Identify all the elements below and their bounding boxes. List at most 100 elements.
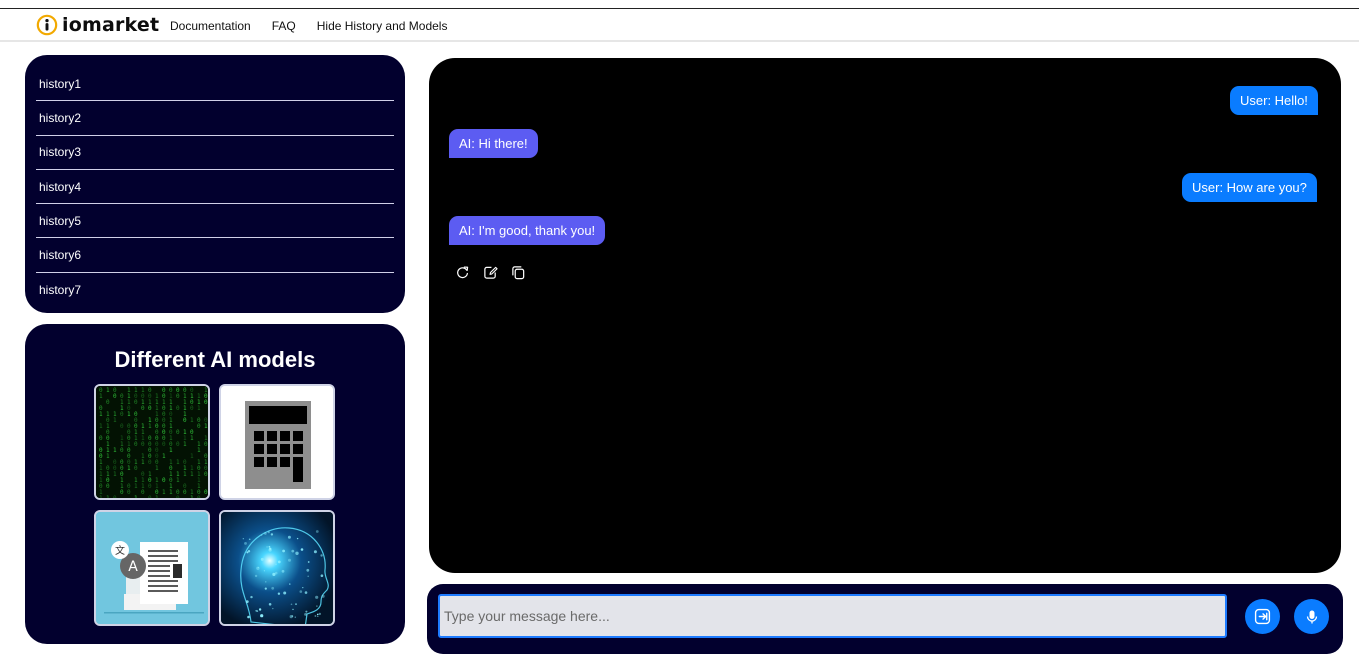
model-tile-translation[interactable]: A 文 — [94, 510, 210, 626]
history-item[interactable]: history1 — [36, 67, 394, 102]
svg-text:0: 0 — [183, 489, 187, 496]
models-panel: Different AI models 01011000111101110101… — [25, 324, 405, 644]
svg-text:0: 0 — [176, 393, 180, 400]
svg-text:1: 1 — [190, 471, 194, 478]
svg-text:1: 1 — [162, 453, 166, 460]
svg-text:0: 0 — [176, 441, 180, 448]
svg-text:1: 1 — [197, 405, 201, 412]
edit-icon[interactable] — [483, 265, 498, 280]
nav-faq-link[interactable]: FAQ — [272, 19, 296, 33]
svg-text:1: 1 — [99, 423, 103, 430]
regenerate-icon[interactable] — [455, 265, 470, 280]
svg-text:0: 0 — [204, 489, 208, 496]
svg-text:0: 0 — [162, 441, 166, 448]
svg-text:0: 0 — [141, 489, 145, 496]
send-button[interactable] — [1245, 599, 1280, 634]
svg-text:0: 0 — [197, 423, 201, 430]
svg-text:0: 0 — [148, 483, 152, 490]
microphone-button[interactable] — [1294, 599, 1329, 634]
svg-text:1: 1 — [106, 495, 110, 500]
logo-icon — [36, 14, 58, 36]
svg-text:0: 0 — [134, 399, 138, 406]
svg-text:0: 0 — [162, 477, 166, 484]
history-item[interactable]: history7 — [36, 273, 394, 307]
composer-bar — [427, 584, 1343, 654]
svg-text:0: 0 — [141, 405, 145, 412]
svg-text:1: 1 — [169, 447, 173, 454]
brand-name: iomarket — [62, 14, 160, 36]
svg-text:0: 0 — [99, 435, 103, 442]
send-icon — [1254, 608, 1271, 625]
svg-text:1: 1 — [134, 495, 138, 500]
svg-text:1: 1 — [99, 495, 103, 500]
svg-text:1: 1 — [127, 411, 131, 418]
model-tile-ai-brain[interactable] — [219, 510, 335, 626]
svg-text:0: 0 — [106, 483, 110, 490]
user-message: User: How are you? — [1182, 173, 1317, 202]
svg-text:0: 0 — [176, 429, 180, 436]
history-item[interactable]: history4 — [36, 170, 394, 205]
history-item[interactable]: history3 — [36, 136, 394, 170]
svg-text:1: 1 — [204, 423, 208, 430]
svg-text:0: 0 — [176, 405, 180, 412]
copy-icon[interactable] — [511, 265, 526, 280]
message-actions — [455, 265, 526, 280]
svg-text:1: 1 — [190, 417, 194, 424]
svg-text:0: 0 — [141, 441, 145, 448]
history-item[interactable]: history6 — [36, 238, 394, 273]
svg-text:0: 0 — [113, 495, 117, 500]
svg-text:0: 0 — [120, 423, 124, 430]
svg-text:0: 0 — [134, 441, 138, 448]
svg-text:0: 0 — [176, 495, 180, 500]
svg-text:0: 0 — [120, 447, 124, 454]
svg-text:0: 0 — [120, 411, 124, 418]
svg-text:1: 1 — [169, 489, 173, 496]
nav-links: Documentation FAQ Hide History and Model… — [170, 19, 447, 33]
svg-text:1: 1 — [99, 393, 103, 400]
user-message: User: Hello! — [1230, 86, 1318, 115]
svg-text:1: 1 — [162, 489, 166, 496]
svg-text:0: 0 — [197, 495, 201, 500]
microphone-icon — [1306, 610, 1317, 623]
svg-text:0: 0 — [106, 399, 110, 406]
svg-text:0: 0 — [190, 405, 194, 412]
model-tile-matrix[interactable]: 0101100011110111010100111010010011100100… — [94, 384, 210, 500]
svg-text:1: 1 — [183, 471, 187, 478]
svg-text:0: 0 — [204, 471, 208, 478]
nav-hide-history-link[interactable]: Hide History and Models — [317, 19, 448, 33]
svg-text:0: 0 — [183, 417, 187, 424]
history-item[interactable]: history2 — [36, 101, 394, 136]
chat-window — [429, 58, 1341, 573]
svg-text:1: 1 — [113, 447, 117, 454]
history-item[interactable]: history5 — [36, 204, 394, 239]
svg-text:1: 1 — [176, 477, 180, 484]
svg-text:1: 1 — [127, 465, 131, 472]
svg-text:1: 1 — [148, 423, 152, 430]
message-input[interactable] — [438, 594, 1227, 638]
svg-text:0: 0 — [134, 465, 138, 472]
svg-text:0: 0 — [120, 489, 124, 496]
translate-icon: A 文 — [96, 512, 208, 624]
svg-text:0: 0 — [204, 441, 208, 448]
ai-message: AI: I'm good, thank you! — [449, 216, 606, 245]
model-tile-calculator[interactable] — [219, 384, 335, 500]
svg-text:0: 0 — [127, 489, 131, 496]
svg-text:0: 0 — [148, 405, 152, 412]
svg-text:1: 1 — [190, 495, 194, 500]
svg-text:1: 1 — [113, 417, 117, 424]
svg-text:1: 1 — [99, 411, 103, 418]
top-navbar: iomarket Documentation FAQ Hide History … — [0, 9, 1359, 42]
svg-text:1: 1 — [155, 495, 159, 500]
svg-text:1: 1 — [106, 387, 110, 394]
nav-documentation-link[interactable]: Documentation — [170, 19, 251, 33]
history-panel: history1 history2 history3 history4 hist… — [25, 55, 405, 313]
brand-logo[interactable]: iomarket — [36, 14, 159, 36]
calculator-icon — [221, 386, 333, 498]
svg-text:1: 1 — [176, 459, 180, 466]
svg-text:0: 0 — [148, 495, 152, 500]
svg-text:1: 1 — [134, 483, 138, 490]
svg-text:1: 1 — [190, 453, 194, 460]
svg-text:A: A — [128, 559, 138, 575]
svg-text:文: 文 — [115, 544, 125, 557]
svg-text:1: 1 — [106, 453, 110, 460]
